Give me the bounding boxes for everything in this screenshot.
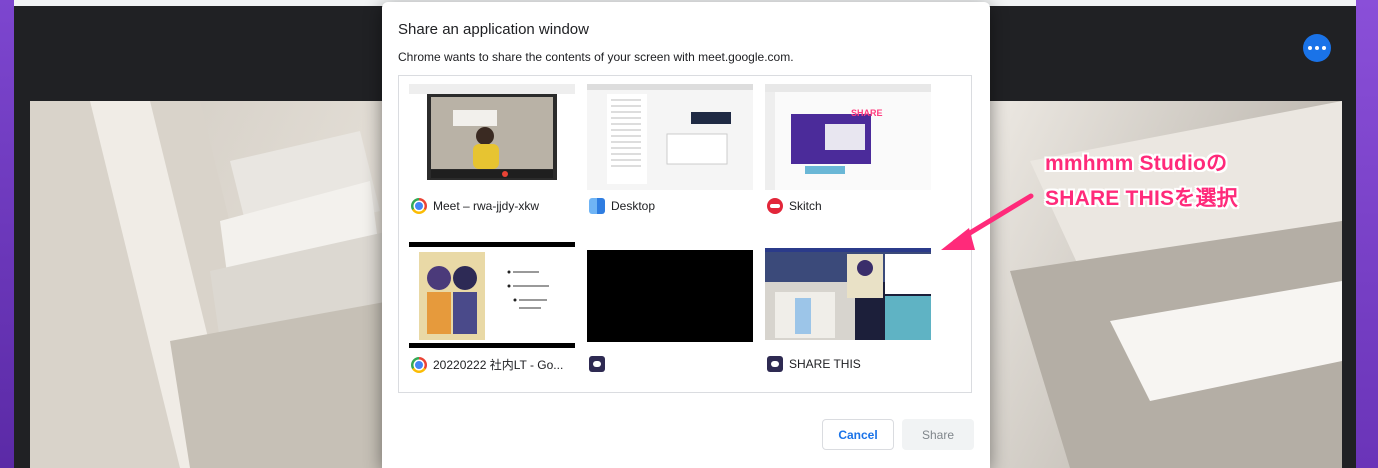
source-thumbnail [587,84,753,190]
desktop-background [0,0,14,468]
source-label: Meet – rwa-jjdy-xkw [433,199,540,213]
skitch-icon [767,198,783,214]
source-item-skitch[interactable]: SHARE Skitch [765,84,935,224]
source-thumbnail: SHARE [765,84,931,190]
source-grid: Meet – rwa-jjdy-xkw Desktop SHARE Skitch… [398,75,972,393]
chrome-icon [411,356,427,373]
source-thumbnail [409,84,575,190]
source-item-slides[interactable]: 20220222 社内LT - Go... [409,242,579,382]
source-label: 20220222 社内LT - Go... [433,358,564,372]
source-label: Desktop [611,199,656,213]
annotation-line-1: mmhmm Studioの [1045,152,1228,175]
source-item-meet[interactable]: Meet – rwa-jjdy-xkw [409,84,579,224]
annotation-arrow-icon [941,193,1034,250]
source-item-share-this[interactable]: SHARE THIS [765,242,935,382]
chrome-icon [411,198,427,214]
mmhmm-icon [589,356,605,372]
svg-text:SHARE: SHARE [851,108,883,118]
dialog-title: Share an application window [398,21,589,38]
more-horizontal-icon [1308,46,1312,50]
source-label: Skitch [789,199,822,213]
more-options-button[interactable] [1303,34,1331,62]
source-thumbnail [409,242,575,348]
source-thumbnail [765,248,931,340]
source-thumbnail [587,250,753,342]
annotation-line-2: SHARE THISを選択 [1045,187,1238,210]
share-button[interactable]: Share [902,419,974,450]
source-item-mmhmm-blank[interactable] [587,242,757,382]
annotation-text: mmhmm Studioの SHARE THISを選択 [1045,146,1238,216]
desktop-background-right [1356,0,1378,468]
finder-icon [589,198,605,214]
dialog-subtitle: Chrome wants to share the contents of yo… [398,50,794,64]
mmhmm-icon [767,356,783,372]
share-window-dialog: Share an application window Chrome wants… [382,2,990,468]
cancel-button[interactable]: Cancel [822,419,894,450]
source-item-desktop[interactable]: Desktop [587,84,757,224]
source-label: SHARE THIS [789,357,861,371]
